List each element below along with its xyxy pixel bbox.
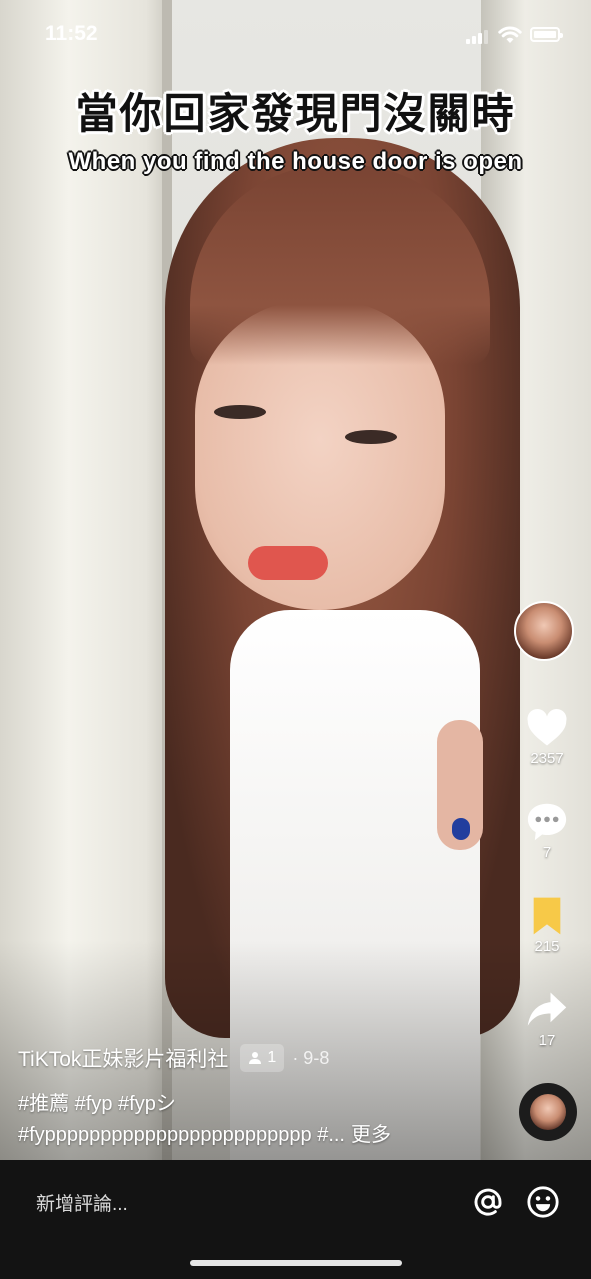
save-button[interactable]: 215 <box>515 896 579 955</box>
video-person-lips <box>248 546 328 580</box>
signal-icon <box>466 28 490 44</box>
hashtags-line-1[interactable]: #推薦 #fyp #fypシ <box>18 1087 176 1116</box>
comment-icon <box>527 803 567 841</box>
comment-input[interactable]: 新增評論... <box>36 1189 128 1216</box>
collab-count: 1 <box>267 1049 277 1066</box>
home-indicator <box>190 1260 402 1266</box>
more-link[interactable]: 更多 <box>351 1124 391 1146</box>
video-person-eye-left <box>214 405 266 419</box>
video-person-nail <box>452 818 470 840</box>
video-person-eye-right <box>345 430 397 444</box>
comment-button[interactable]: 7 <box>515 802 579 861</box>
music-disc[interactable] <box>519 1083 577 1141</box>
share-count: 17 <box>538 1032 556 1049</box>
music-disc-cover <box>530 1094 566 1130</box>
mention-icon[interactable] <box>472 1186 504 1218</box>
save-count: 215 <box>534 938 560 955</box>
tiktok-video-screen: 11:52 當你回家發現門沒關時 When you find the house… <box>0 0 591 1279</box>
heart-icon <box>527 708 567 746</box>
status-bar: 11:52 <box>0 0 591 70</box>
collab-badge[interactable]: 1 <box>240 1044 285 1072</box>
hashtags-line-2-text[interactable]: #fypppppppppppppppppppppppp #... <box>18 1124 345 1146</box>
share-button[interactable]: 17 <box>515 990 579 1049</box>
post-date: · 9-8 <box>292 1047 330 1068</box>
bookmark-icon <box>533 897 561 935</box>
wifi-icon <box>498 26 522 43</box>
battery-icon <box>530 27 563 42</box>
person-icon <box>249 1052 262 1064</box>
creator-avatar[interactable] <box>514 601 574 661</box>
share-icon <box>527 992 567 1026</box>
status-time: 11:52 <box>45 22 98 45</box>
emoji-icon[interactable] <box>526 1185 560 1219</box>
author-name[interactable]: TiKTok正妹影片福利社 <box>18 1043 228 1073</box>
like-count: 2357 <box>530 750 564 767</box>
video-caption-chinese: 當你回家發現門沒關時 <box>75 90 516 137</box>
comment-count: 7 <box>542 844 552 861</box>
like-button[interactable]: 2357 <box>515 708 579 767</box>
author-row: TiKTok正妹影片福利社 1 · 9-8 <box>18 1042 329 1074</box>
hashtags-line-2: #fypppppppppppppppppppppppp #... 更多 <box>18 1118 391 1147</box>
video-caption-english: When you find the house door is open <box>68 148 523 175</box>
